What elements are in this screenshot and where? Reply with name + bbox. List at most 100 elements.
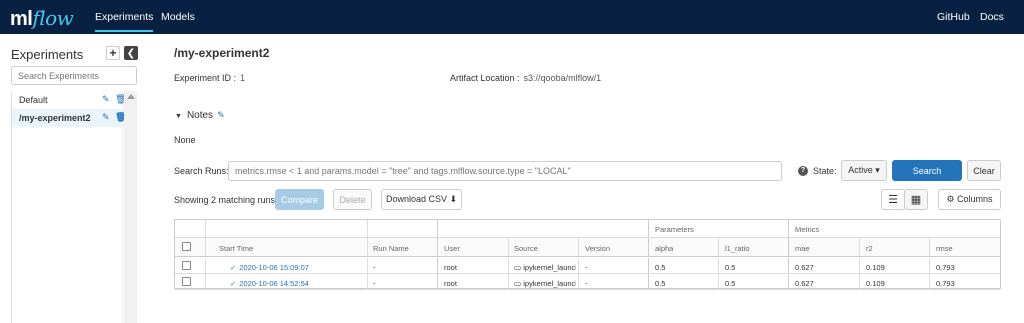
nav-experiments[interactable]: Experiments [95,11,154,32]
column-divider [205,274,206,289]
finished-status-icon: ✓ [230,263,237,272]
search-experiments-input[interactable] [11,66,137,85]
nav-docs[interactable]: Docs [980,11,1004,23]
column-divider [648,220,649,237]
column-divider [508,238,509,256]
column-divider [578,274,579,289]
compare-button[interactable]: Compare [275,189,324,210]
column-header-version[interactable]: Version [585,238,610,256]
column-header-user[interactable]: User [444,238,460,256]
help-icon[interactable]: ? [798,166,808,176]
state-label: State: [813,166,837,176]
rmse-cell: 0.793 [936,279,955,288]
add-experiment-button[interactable]: + [106,46,120,60]
column-header-mae[interactable]: mae [795,238,810,256]
search-runs-label: Search Runs: [174,166,229,176]
scroll-up-icon[interactable] [127,94,135,99]
mlflow-logo[interactable]: mlflow [10,6,74,31]
run-name-cell: - [373,279,376,288]
experiments-sidebar: Experiments + ❮ Default ✎ 🗑 /my-experime… [0,34,140,323]
clear-button[interactable]: Clear [967,160,1001,181]
table-row[interactable]: ✓ 2020-10-06 14:52:54 - root ▭ ipykernel_… [175,274,1000,290]
column-divider [578,238,579,256]
row-checkbox[interactable] [182,277,191,286]
delete-button[interactable]: Delete [333,189,372,210]
row-checkbox[interactable] [182,261,191,270]
source-cell: ▭ ipykernel_launcher [514,274,576,289]
sidebar-scrollbar[interactable] [124,91,137,323]
experiment-item-label: /my-experiment2 [19,113,91,123]
matching-runs-count: Showing 2 matching runs [174,195,276,205]
edit-notes-icon[interactable]: ✎ [217,110,225,120]
notebook-icon: ▭ [514,263,522,272]
column-header-alpha[interactable]: alpha [655,238,673,256]
column-header-r2[interactable]: r2 [866,238,873,256]
experiment-item-my-experiment2[interactable]: /my-experiment2 ✎ 🗑 [12,109,126,127]
artifact-location-label: Artifact Location : [450,73,520,83]
column-divider [437,258,438,273]
column-divider [508,258,509,273]
column-divider [718,238,719,256]
column-divider [929,274,930,289]
artifact-location: Artifact Location : s3://qooba/mlflow/1 [450,73,601,83]
experiment-item-default[interactable]: Default ✎ 🗑 [12,91,126,109]
search-runs-input[interactable] [228,161,782,181]
alpha-cell: 0.5 [655,279,666,288]
experiment-item-label: Default [19,95,48,105]
state-dropdown[interactable]: Active ▾ [841,160,887,181]
table-header-row: Start Time Run Name User Source Version … [175,238,1000,257]
edit-icon[interactable]: ✎ [102,112,110,123]
column-divider [648,238,649,256]
run-link[interactable]: 2020-10-06 15:09:07 [239,263,309,272]
notes-label: Notes [186,110,214,121]
collapse-sidebar-button[interactable]: ❮ [124,46,138,60]
column-header-run-name[interactable]: Run Name [373,238,409,256]
column-divider [578,258,579,273]
column-divider [205,238,206,256]
r2-cell: 0.109 [866,263,885,272]
nav-models[interactable]: Models [161,11,195,23]
column-divider [929,258,930,273]
start-time-cell[interactable]: ✓ 2020-10-06 15:09:07 [230,258,309,273]
table-row[interactable]: ✓ 2020-10-06 15:09:07 - root ▭ ipykernel_… [175,258,1000,274]
artifact-location-value: s3://qooba/mlflow/1 [523,73,602,83]
column-divider [437,238,438,256]
l1-ratio-cell: 0.5 [725,263,736,272]
logo-ml-text: ml [10,8,33,30]
list-view-button[interactable]: ☰ [881,189,905,210]
select-all-checkbox[interactable] [182,242,191,251]
start-time-cell[interactable]: ✓ 2020-10-06 14:52:54 [230,274,309,289]
column-header-source[interactable]: Source [514,238,538,256]
r2-cell: 0.109 [866,279,885,288]
column-header-rmse[interactable]: rmse [936,238,953,256]
mae-cell: 0.627 [795,263,814,272]
download-csv-button[interactable]: Download CSV ⬇ [381,189,462,210]
grid-icon: ▦ [910,194,922,206]
grid-view-button[interactable]: ▦ [904,189,928,210]
column-divider [788,274,789,289]
experiment-id-label: Experiment ID : [174,73,237,83]
column-header-start-time[interactable]: Start Time [219,238,253,256]
alpha-cell: 0.5 [655,263,666,272]
column-divider [859,258,860,273]
column-header-l1-ratio[interactable]: l1_ratio [725,238,750,256]
column-divider [508,274,509,289]
column-divider [367,274,368,289]
notebook-icon: ▭ [514,279,522,288]
version-cell: - [585,279,588,288]
nav-github[interactable]: GitHub [937,11,970,23]
mae-cell: 0.627 [795,279,814,288]
run-link[interactable]: 2020-10-06 14:52:54 [239,279,309,288]
column-divider [788,220,789,237]
column-divider [437,274,438,289]
user-cell: root [444,279,457,288]
column-divider [859,274,860,289]
experiment-id-value: 1 [240,73,246,83]
edit-icon[interactable]: ✎ [102,94,110,105]
logo-flow-text: flow [32,6,74,30]
notes-toggle[interactable]: ▼ Notes ✎ [175,110,225,121]
column-divider [648,258,649,273]
source-value: ipykernel_launcher [523,263,576,272]
columns-button[interactable]: ⚙ Columns [938,189,1001,210]
search-button[interactable]: Search [892,160,962,181]
